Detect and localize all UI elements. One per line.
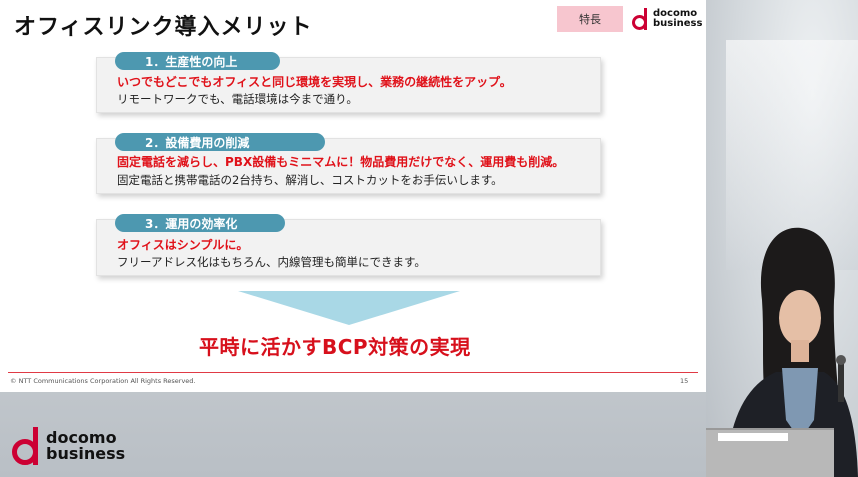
benefit-card-3: 3．運用の効率化 オフィスはシンプルに。 フリーアドレス化はもちろん、内線管理も… (96, 214, 601, 276)
benefit-card-3-heading: 3．運用の効率化 (115, 214, 285, 232)
benefit-card-3-highlight: オフィスはシンプルに。 (117, 238, 249, 252)
presentation-slide: オフィスリンク導入メリット 特長 docomo business 1．生産性の向… (0, 0, 706, 392)
docomo-d-icon (12, 427, 42, 465)
benefit-card-2-detail: 固定電話と携帯電話の2台持ち、解消し、コストカットをお手伝いします。 (117, 173, 503, 187)
page-number: 15 (680, 377, 689, 385)
stage-logo-business-text: business (46, 444, 126, 463)
benefit-card-1-detail: リモートワークでも、電話環境は今まで通り。 (117, 92, 358, 106)
logo-business-text: business (653, 18, 703, 29)
presenter-figure (726, 227, 858, 477)
presenter-video (706, 0, 858, 477)
benefit-card-3-detail: フリーアドレス化はもちろん、内線管理も簡単にできます。 (117, 255, 426, 269)
benefit-card-2-highlight: 固定電話を減らし、PBX設備もミニマムに！物品費用だけでなく、運用費も削減。 (117, 155, 565, 169)
benefit-card-1-highlight: いつでもどこでもオフィスと同じ環境を実現し、業務の継続性をアップ。 (117, 75, 512, 89)
benefit-card-1: 1．生産性の向上 いつでもどこでもオフィスと同じ環境を実現し、業務の継続性をアッ… (96, 52, 601, 113)
stage-docomo-business-logo: docomo business (12, 427, 125, 465)
docomo-business-logo: docomo business (632, 8, 702, 30)
copyright-text: © NTT Communications Corporation All Rig… (10, 377, 196, 385)
down-arrow-icon (238, 291, 460, 325)
conclusion-text: 平時に活かすBCP対策の実現 (199, 335, 471, 359)
benefit-card-2-heading: 2．設備費用の削減 (115, 133, 325, 151)
footer-divider (8, 372, 698, 373)
feature-badge: 特長 (557, 6, 623, 32)
benefit-card-2: 2．設備費用の削減 固定電話を減らし、PBX設備もミニマムに！物品費用だけでなく… (96, 133, 601, 194)
slide-title: オフィスリンク導入メリット (14, 15, 313, 40)
docomo-d-icon (632, 8, 650, 30)
benefit-card-1-heading: 1．生産性の向上 (115, 52, 280, 70)
laptop-sticker (718, 433, 788, 441)
